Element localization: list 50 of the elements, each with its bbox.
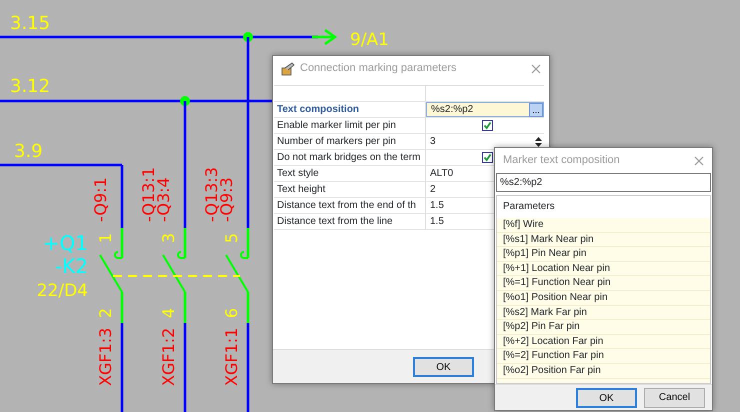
list-item[interactable]: [%o1] Position Near pin [497, 290, 710, 306]
ok-button[interactable]: OK [576, 388, 637, 408]
terminal-mark: XGF1:2 [159, 328, 178, 386]
dialog-title: Marker text composition [503, 153, 620, 168]
wire-label: 3.12 [10, 76, 50, 97]
composition-field[interactable]: %s2:%p2 [496, 173, 711, 192]
ok-button[interactable]: OK [413, 356, 474, 376]
wire-label: 3.15 [10, 13, 50, 34]
list-item[interactable]: [%+1] Location Near pin [497, 262, 710, 276]
pin-number: 2 [96, 308, 115, 318]
wire-label: 3.9 [14, 141, 43, 162]
pin-number: 1 [96, 232, 115, 244]
close-icon[interactable] [531, 64, 541, 74]
dialog-title: Connection marking parameters [300, 61, 457, 76]
terminal-mark: XGF1:3 [96, 328, 115, 386]
checkbox[interactable] [482, 152, 492, 163]
list-item[interactable]: [%=2] Function Far pin [497, 349, 710, 364]
list-item[interactable]: [%s1] Mark Near pin [497, 232, 710, 248]
property-value: 1.5 [430, 199, 444, 213]
device-name: -K2 [54, 254, 88, 278]
property-value: 1.5 [430, 215, 444, 229]
terminal-mark: XGF1:1 [222, 328, 241, 386]
property-value: 2 [430, 183, 436, 197]
list-item[interactable]: [%+2] Location Far pin [497, 334, 710, 350]
pin-number: 6 [222, 308, 241, 318]
list-header: Parameters [497, 196, 710, 218]
property-label[interactable]: Text height [274, 182, 426, 197]
property-value: ALT0 [430, 167, 454, 181]
spinner-icon[interactable] [534, 134, 543, 148]
connection-mark: -Q13:1 [139, 167, 158, 222]
cross-reference: 9/A1 [350, 30, 389, 50]
connection-mark: -Q13:3 [202, 167, 221, 222]
list-item[interactable]: [%=1] Function Near pin [497, 276, 710, 291]
checkbox[interactable] [482, 120, 492, 131]
list-item[interactable]: [%s2] Mark Far pin [497, 306, 710, 320]
cancel-button[interactable]: Cancel [644, 388, 705, 408]
connection-mark: -Q9:1 [91, 177, 110, 222]
property-label[interactable]: Text composition [274, 102, 426, 117]
list-item[interactable]: [%o2] Position Far pin [497, 364, 710, 379]
pin-number: 3 [159, 232, 178, 244]
list-item[interactable]: [%f] Wire [497, 218, 710, 233]
list-item[interactable]: [%p1] Pin Near pin [497, 247, 710, 262]
property-label[interactable]: Text style [274, 166, 426, 181]
property-value: 3 [430, 135, 436, 149]
device-location: +Q1 [42, 231, 88, 255]
page-reference: 22/D4 [36, 281, 88, 301]
pin-number: 4 [159, 308, 178, 318]
list-item[interactable]: [%p2] Pin Far pin [497, 320, 710, 335]
pin-number: 5 [222, 232, 241, 244]
close-icon[interactable] [694, 156, 704, 166]
